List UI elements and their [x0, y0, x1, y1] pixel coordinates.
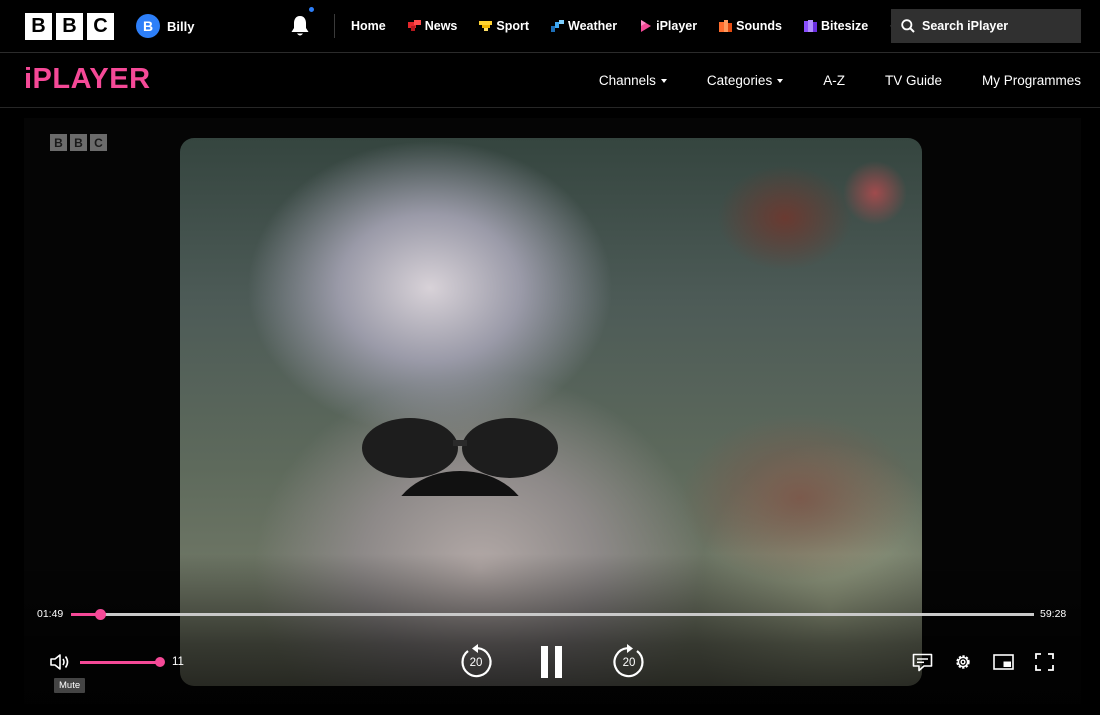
subtitles-icon[interactable] [912, 653, 933, 672]
nav-sport-label: Sport [496, 19, 530, 33]
search-icon [901, 19, 915, 33]
nav-weather-label: Weather [568, 19, 618, 33]
bbc-watermark-logo: B B C [50, 134, 107, 151]
categories-dropdown[interactable]: Categories [706, 72, 784, 88]
divider [334, 14, 335, 38]
account-name: Billy [167, 18, 195, 34]
watermark-letter: B [50, 134, 67, 151]
account-button[interactable]: B Billy [136, 14, 194, 38]
sounds-icon [719, 20, 733, 32]
search-label: Search iPlayer [922, 19, 1009, 33]
a-z-link[interactable]: A-Z [823, 73, 845, 88]
bbc-logo[interactable]: B B C [25, 13, 114, 40]
iplayer-icon [641, 20, 652, 32]
volume-icon[interactable] [50, 653, 70, 671]
nav-home[interactable]: Home [351, 19, 386, 33]
volume-handle[interactable] [155, 657, 165, 667]
notification-dot [309, 7, 314, 12]
avatar: B [136, 14, 160, 38]
mute-tooltip: Mute [54, 678, 86, 693]
notifications-bell-icon[interactable] [289, 14, 311, 38]
volume-slider[interactable] [80, 657, 165, 667]
channels-dropdown[interactable]: Channels [599, 73, 667, 88]
news-icon [407, 20, 421, 31]
watermark-letter: C [90, 134, 107, 151]
iplayer-header: iPLAYER Channels Categories A-Z TV Guide… [0, 53, 1100, 108]
nav-sounds[interactable]: Sounds [719, 19, 782, 33]
nav-iplayer[interactable]: iPlayer [639, 19, 697, 33]
sport-icon [479, 21, 493, 31]
bbc-global-nav: Home News Sport Weather iPlayer Sounds B… [351, 0, 934, 52]
weather-icon [551, 20, 565, 32]
video-still-sunglasses [362, 418, 558, 496]
progress-bar[interactable] [71, 609, 1034, 620]
my-programmes-label: My Programmes [981, 72, 1081, 88]
tv-guide-label: TV Guide [884, 72, 942, 88]
volume-value: 11 [172, 656, 184, 668]
duration-time: 59:28 [1040, 608, 1067, 620]
nav-news-label: News [424, 19, 458, 33]
fullscreen-icon[interactable] [1035, 653, 1054, 671]
nav-sport[interactable]: Sport [479, 19, 529, 33]
bbc-logo-letter: B [56, 13, 83, 40]
bitesize-icon [803, 20, 817, 32]
picture-in-picture-icon[interactable] [993, 654, 1014, 670]
nav-bitesize-label: Bitesize [820, 19, 869, 33]
rewind-seconds: 20 [469, 657, 483, 669]
my-programmes-link[interactable]: My Programmes [982, 73, 1081, 88]
forward-seconds: 20 [622, 657, 636, 669]
channels-label: Channels [598, 72, 656, 88]
a-z-label: A-Z [823, 72, 845, 88]
nav-bitesize[interactable]: Bitesize [803, 19, 869, 33]
video-player[interactable]: B B C 01:49 59:28 11 Mute 20 20 [24, 118, 1081, 704]
iplayer-nav: Channels Categories A-Z TV Guide My Prog… [599, 53, 1081, 107]
chevron-down-icon [660, 78, 667, 83]
settings-gear-icon[interactable] [954, 653, 972, 671]
chevron-down-icon [777, 78, 784, 83]
nav-sounds-label: Sounds [736, 19, 782, 33]
bbc-logo-letter: C [87, 13, 114, 40]
nav-home-label: Home [351, 19, 386, 33]
elapsed-time: 01:49 [37, 608, 64, 620]
nav-news[interactable]: News [407, 19, 458, 33]
controls-gradient [24, 554, 1081, 704]
volume-fill [80, 661, 160, 664]
bbc-logo-letter: B [25, 13, 52, 40]
nav-weather[interactable]: Weather [551, 19, 617, 33]
iplayer-logo[interactable]: iPLAYER [24, 63, 151, 96]
search-iplayer-button[interactable]: Search iPlayer [891, 9, 1081, 43]
nav-iplayer-label: iPlayer [656, 19, 698, 33]
categories-label: Categories [706, 72, 773, 88]
bbc-global-header: B B C B Billy Home News Sport Weather iP… [0, 0, 1100, 53]
watermark-letter: B [70, 134, 87, 151]
pause-icon[interactable] [538, 644, 566, 680]
tv-guide-link[interactable]: TV Guide [885, 73, 942, 88]
